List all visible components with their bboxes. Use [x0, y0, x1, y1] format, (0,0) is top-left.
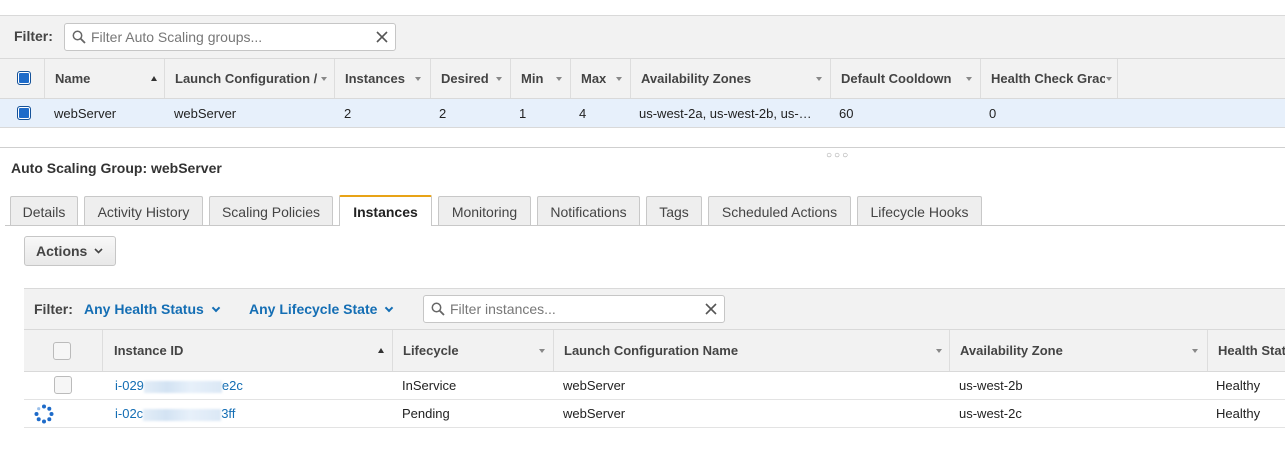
tab-monitoring[interactable]: Monitoring: [438, 196, 531, 226]
column-header-desired[interactable]: Desired: [430, 59, 510, 98]
spinner-icon: [34, 404, 54, 424]
search-icon: [431, 302, 445, 316]
sort-ascending-icon: [151, 76, 157, 81]
instances-search-field[interactable]: [423, 295, 725, 323]
chevron-down-icon: [385, 303, 394, 313]
asg-availability-zones: us-west-2a, us-west-2b, us-…: [639, 106, 812, 121]
column-header-launch-config-name[interactable]: Launch Configuration Name: [553, 330, 949, 371]
asg-search-input[interactable]: [89, 27, 369, 47]
asg-instances: 2: [344, 106, 352, 121]
asg-name: webServer: [54, 106, 117, 121]
chevron-down-icon: [1106, 77, 1112, 81]
detail-title: Auto Scaling Group: webServer: [11, 160, 222, 176]
redacted-text: [143, 408, 222, 421]
sort-ascending-icon: [378, 348, 384, 353]
chevron-down-icon: [936, 349, 942, 353]
asg-max: 4: [579, 106, 587, 121]
instance-availability-zone: us-west-2b: [959, 378, 1023, 393]
asg-filter-bar: Filter:: [0, 15, 1285, 59]
asg-search-field[interactable]: [64, 23, 396, 51]
instance-availability-zone: us-west-2c: [959, 406, 1022, 421]
chevron-down-icon: [616, 77, 622, 81]
column-header-instance-id[interactable]: Instance ID: [102, 330, 392, 371]
instance-id-link[interactable]: i-029 e2c: [115, 378, 243, 393]
instance-launch-config: webServer: [563, 406, 626, 421]
column-header-instances[interactable]: Instances: [334, 59, 430, 98]
tab-bar-baseline: [5, 225, 1285, 226]
filter-label: Filter:: [14, 28, 53, 44]
asg-health-check-grace: 0: [989, 106, 997, 121]
column-header-max[interactable]: Max: [570, 59, 630, 98]
tab-lifecycle-hooks[interactable]: Lifecycle Hooks: [857, 196, 982, 226]
column-header-availability-zone[interactable]: Availability Zone: [949, 330, 1207, 371]
column-header-health-check-grace[interactable]: Health Check Grac: [980, 59, 1118, 98]
asg-default-cooldown: 60: [839, 106, 854, 121]
row-checkbox[interactable]: [17, 106, 31, 120]
column-header-availability-zones[interactable]: Availability Zones: [630, 59, 830, 98]
instance-lifecycle: InService: [402, 378, 457, 393]
asg-table-header: Name Launch Configuration / Instances De…: [0, 59, 1285, 99]
chevron-down-icon: [211, 303, 221, 313]
lifecycle-state-dropdown[interactable]: Any Lifecycle State: [249, 301, 394, 317]
chevron-down-icon: [816, 77, 822, 81]
chevron-down-icon: [321, 77, 327, 81]
clear-icon[interactable]: [375, 30, 389, 44]
column-header-min[interactable]: Min: [510, 59, 570, 98]
instance-id-link[interactable]: i-02c 3ff: [115, 406, 235, 421]
chevron-down-icon: [496, 77, 502, 81]
tab-details[interactable]: Details: [10, 196, 78, 226]
tab-activity-history[interactable]: Activity History: [84, 196, 203, 226]
asg-table-row[interactable]: webServer webServer 2 2 1 4 us-west-2a, …: [0, 99, 1285, 128]
table-row[interactable]: i-02c 3ff Pending webServer us-west-2c He…: [24, 400, 1285, 428]
chevron-down-icon: [415, 77, 421, 81]
instances-filter-bar: Filter: Any Health Status Any Lifecycle …: [24, 288, 1285, 330]
tab-scaling-policies[interactable]: Scaling Policies: [209, 196, 333, 226]
tab-notifications[interactable]: Notifications: [537, 196, 640, 226]
select-all-instances-checkbox[interactable]: [53, 342, 71, 360]
tab-tags[interactable]: Tags: [646, 196, 702, 226]
instances-table-header: Instance ID Lifecycle Launch Configurati…: [24, 330, 1285, 372]
row-checkbox[interactable]: [54, 376, 72, 394]
instance-health-status: Healthy: [1216, 378, 1261, 393]
asg-min: 1: [519, 106, 527, 121]
pane-divider[interactable]: [0, 147, 1285, 148]
redacted-text: [143, 380, 222, 393]
table-row[interactable]: i-029 e2c InService webServer us-west-2b …: [24, 372, 1285, 400]
instance-launch-config: webServer: [563, 378, 626, 393]
clear-icon[interactable]: [704, 302, 718, 316]
resize-grip-icon[interactable]: ○○○: [826, 150, 850, 161]
column-header-name[interactable]: Name: [44, 59, 164, 98]
instance-health-status: Healthy: [1216, 406, 1261, 421]
tab-scheduled-actions[interactable]: Scheduled Actions: [708, 196, 851, 226]
actions-label: Actions: [36, 243, 88, 259]
select-all-checkbox[interactable]: [17, 71, 31, 85]
asg-launch-config: webServer: [174, 106, 237, 121]
instances-search-input[interactable]: [448, 299, 698, 319]
chevron-down-icon: [556, 77, 562, 81]
column-header-default-cooldown[interactable]: Default Cooldown: [830, 59, 980, 98]
chevron-down-icon: [1192, 349, 1198, 353]
asg-desired: 2: [439, 106, 447, 121]
column-header-lifecycle[interactable]: Lifecycle: [392, 330, 553, 371]
instances-filter-label: Filter:: [34, 301, 73, 317]
actions-button[interactable]: Actions: [24, 236, 116, 266]
chevron-down-icon: [94, 248, 103, 254]
instance-lifecycle: Pending: [402, 406, 450, 421]
chevron-down-icon: [539, 349, 545, 353]
search-icon: [72, 30, 86, 44]
column-header-launch-config[interactable]: Launch Configuration /: [164, 59, 334, 98]
column-header-health-status[interactable]: Health Stat: [1207, 330, 1285, 371]
chevron-down-icon: [966, 77, 972, 81]
health-status-dropdown[interactable]: Any Health Status: [84, 301, 221, 317]
tab-instances[interactable]: Instances: [339, 195, 432, 226]
